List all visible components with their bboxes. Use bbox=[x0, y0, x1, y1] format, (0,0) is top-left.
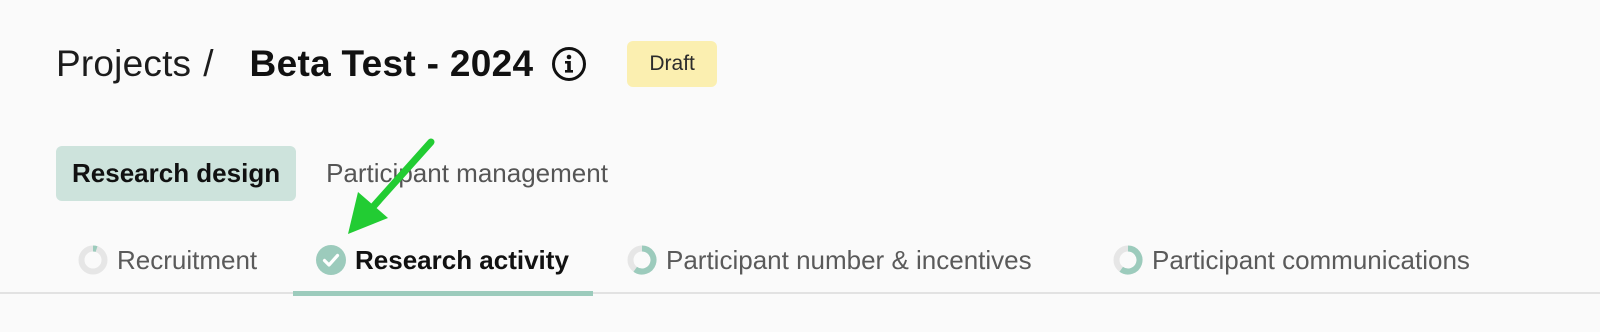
step-tabs: Recruitment Research activity Participan… bbox=[0, 228, 1600, 296]
page-title: Beta Test - 2024 bbox=[249, 43, 534, 84]
app-window: Projects / Beta Test - 2024 Draft Resear… bbox=[0, 0, 1600, 332]
tab-participant-management[interactable]: Participant management bbox=[310, 146, 624, 201]
breadcrumb-separator: / bbox=[203, 43, 214, 84]
info-circle-icon[interactable] bbox=[551, 46, 587, 82]
progress-ring-icon bbox=[77, 244, 109, 276]
step-label: Recruitment bbox=[117, 244, 258, 275]
status-badge: Draft bbox=[627, 41, 717, 87]
progress-ring-icon bbox=[1112, 244, 1144, 276]
check-circle-icon bbox=[315, 244, 347, 276]
step-tab-research-activity[interactable]: Research activity bbox=[293, 228, 593, 296]
step-label: Participant number & incentives bbox=[666, 244, 1032, 275]
page-header: Projects / Beta Test - 2024 Draft bbox=[56, 36, 717, 92]
step-tab-recruitment[interactable]: Recruitment bbox=[77, 228, 257, 292]
step-tab-participant-number-incentives[interactable]: Participant number & incentives bbox=[626, 228, 1032, 292]
breadcrumb-projects-link[interactable]: Projects bbox=[56, 43, 191, 85]
step-label: Participant communications bbox=[1152, 244, 1470, 275]
step-tab-participant-communications[interactable]: Participant communications bbox=[1112, 228, 1470, 292]
step-label: Research activity bbox=[355, 244, 569, 275]
primary-tabs: Research design Participant management bbox=[56, 146, 624, 201]
tab-research-design[interactable]: Research design bbox=[56, 146, 297, 201]
progress-ring-icon bbox=[626, 244, 658, 276]
